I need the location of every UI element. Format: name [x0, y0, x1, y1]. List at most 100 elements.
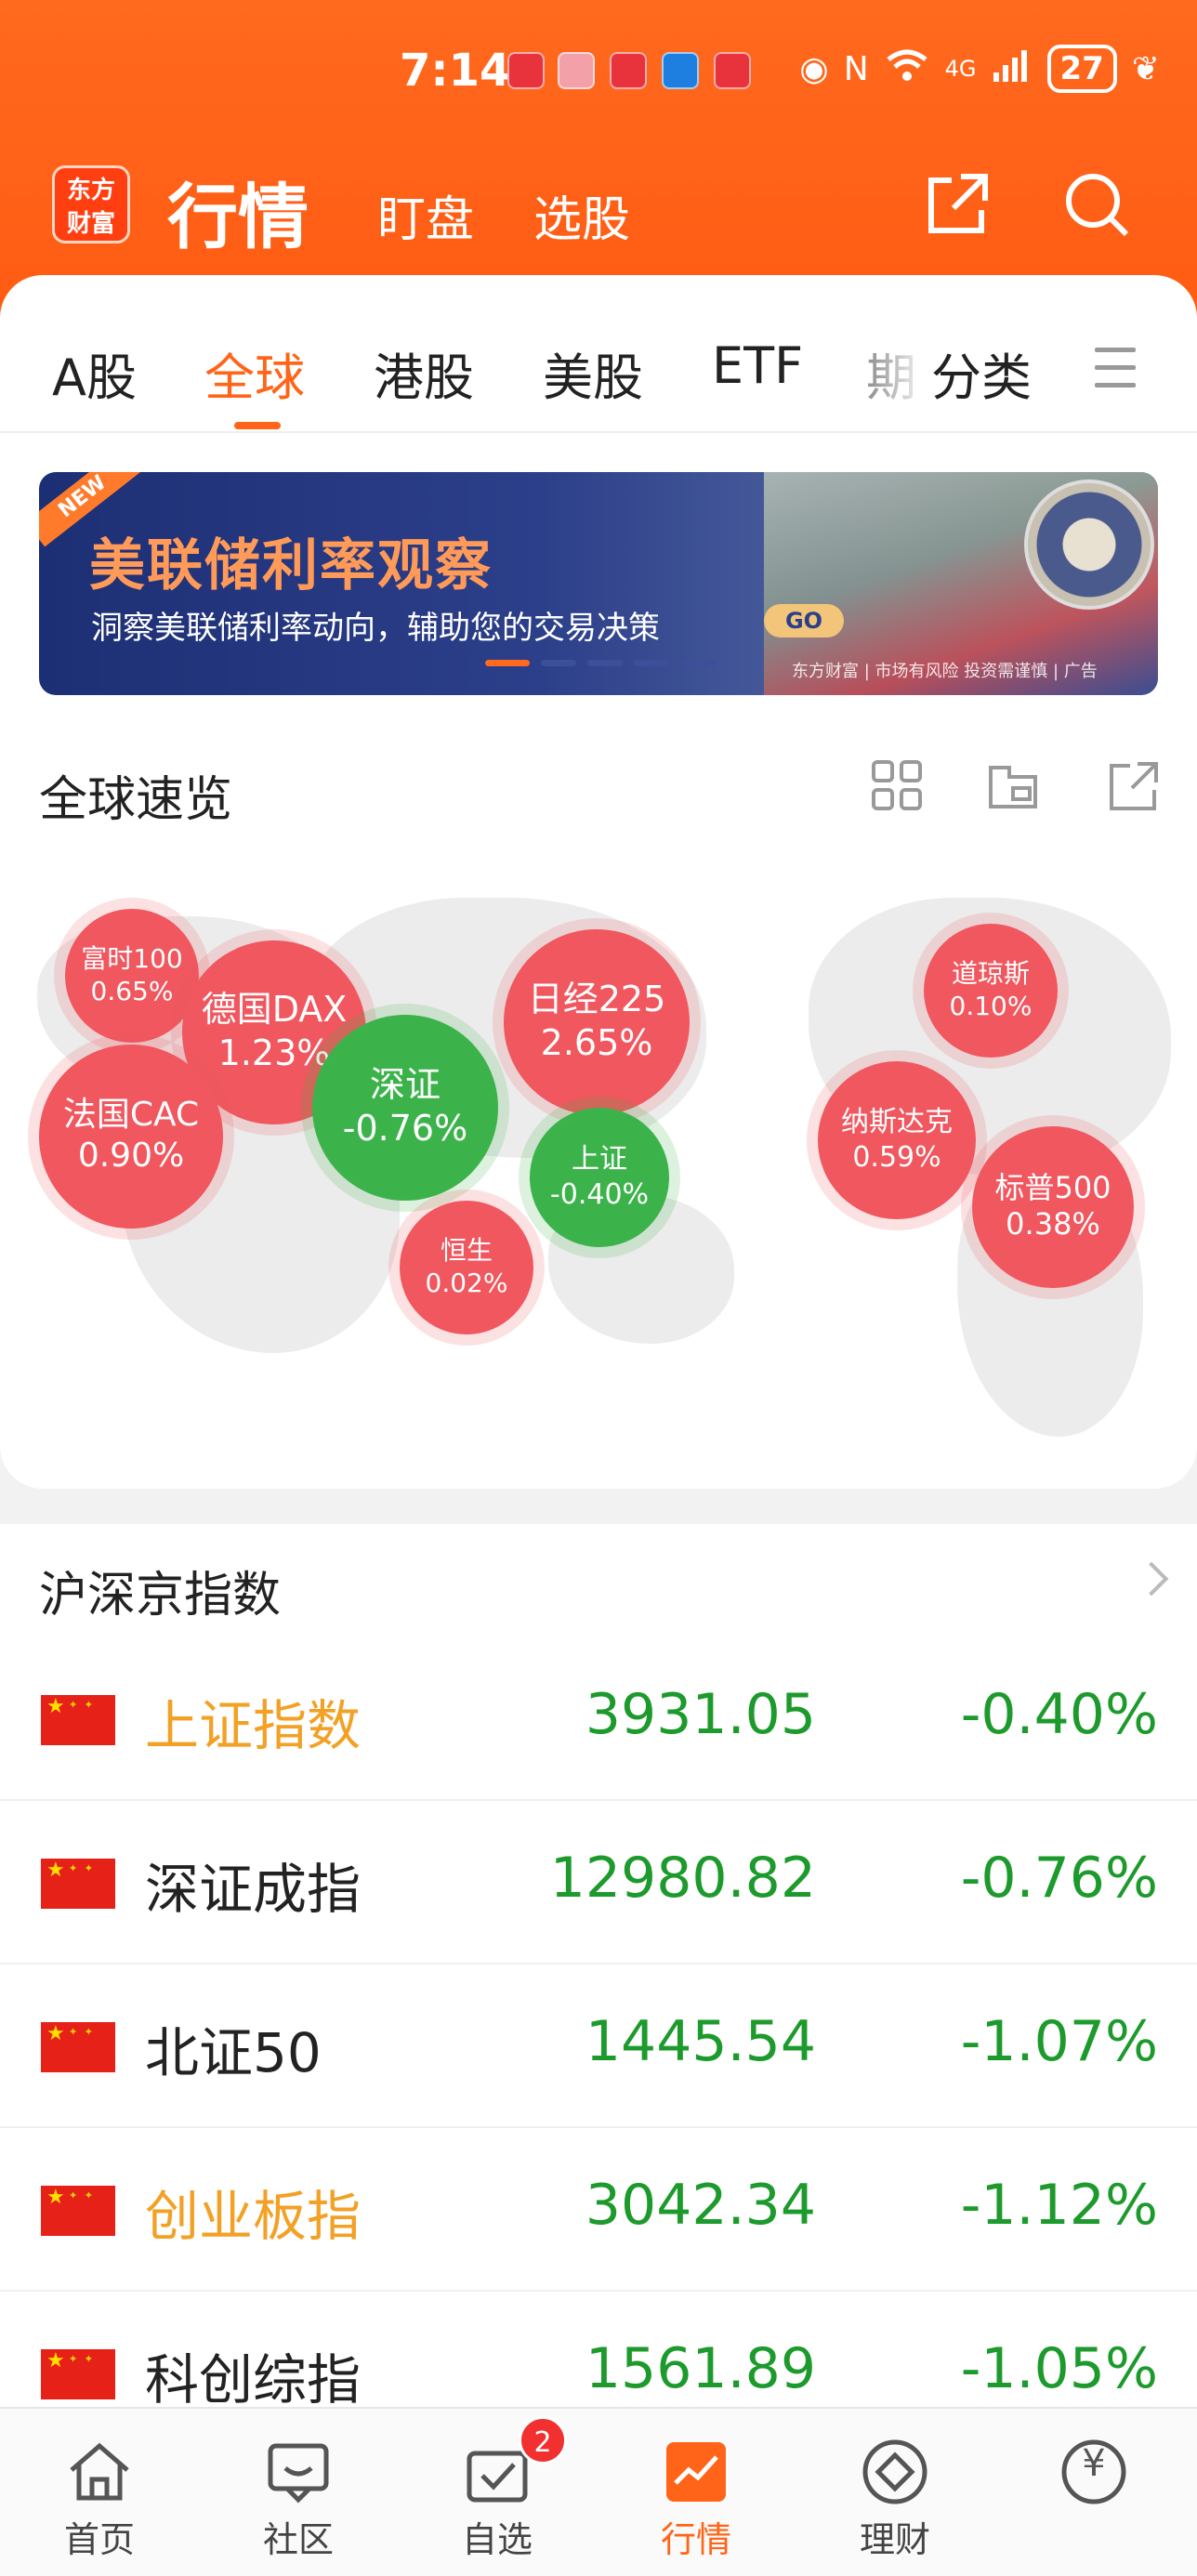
- nav-community[interactable]: 社区: [199, 2409, 398, 2576]
- bubble-value: 2.65%: [540, 1022, 653, 1064]
- china-flag-icon: [41, 1859, 115, 1909]
- nav-stock-picker[interactable]: 选股: [533, 180, 630, 250]
- index-row[interactable]: 上证指数 3931.05 -0.40%: [0, 1637, 1197, 1801]
- bubble-name: 富时100: [81, 943, 183, 974]
- notification-shield-icon: [662, 52, 699, 89]
- market-chart-icon: [666, 2442, 726, 2502]
- index-name: 创业板指: [145, 2185, 362, 2248]
- index-row[interactable]: 深证成指 12980.82 -0.76%: [0, 1801, 1197, 1965]
- nav-market[interactable]: 行情: [597, 2409, 796, 2576]
- index-name: 科创综指: [145, 2348, 362, 2412]
- index-row[interactable]: 北证50 1445.54 -1.07%: [0, 1965, 1197, 2128]
- banner-go-button[interactable]: GO: [764, 604, 844, 637]
- nav-label: 理财: [859, 2519, 930, 2560]
- logo-line1: 东方: [66, 177, 115, 204]
- index-name: 上证指数: [145, 1694, 362, 1757]
- menu-icon[interactable]: [1095, 348, 1139, 388]
- bubble-ftse100[interactable]: 富时100 0.65%: [65, 909, 199, 1043]
- logo-line2: 财富: [66, 210, 115, 238]
- bubble-name: 道琼斯: [951, 958, 1030, 989]
- battery-indicator: 27: [1046, 45, 1117, 93]
- chevron-right-icon[interactable]: [1134, 1561, 1169, 1597]
- nav-watchlist[interactable]: 2 自选: [398, 2409, 597, 2576]
- tab-a-share[interactable]: A股: [52, 336, 137, 410]
- china-flag-icon: [41, 1695, 115, 1745]
- status-time: 7:14: [400, 45, 511, 97]
- notification-app-icon: [610, 52, 647, 89]
- tab-fade: [874, 322, 929, 405]
- notification-app-icon: [507, 52, 545, 89]
- leaf-icon: ❦: [1131, 49, 1160, 88]
- watchlist-badge: 2: [519, 2416, 567, 2464]
- home-icon: [70, 2442, 129, 2501]
- banner-seal-image: [1024, 480, 1154, 610]
- grid-view-icon[interactable]: [870, 758, 926, 814]
- index-change: -1.07%: [960, 2009, 1158, 2074]
- folder-icon[interactable]: [985, 758, 1041, 814]
- china-flag-icon: [41, 2186, 115, 2236]
- tab-category[interactable]: 分类: [931, 336, 1032, 410]
- banner-subtitle: 洞察美联储利率动向，辅助您的交易决策: [91, 610, 660, 647]
- banner-title: 美联储利率观察: [89, 533, 493, 598]
- share-icon[interactable]: [920, 167, 994, 242]
- tab-global[interactable]: 全球: [204, 336, 305, 410]
- wealth-diamond-icon: [862, 2439, 927, 2504]
- world-map: 富时100 0.65% 德国DAX 1.23% 法国CAC 0.90% 深证 -…: [28, 888, 1171, 1446]
- signal-label: 4G: [944, 56, 977, 82]
- index-change: -0.40%: [960, 1682, 1158, 1747]
- tab-hk[interactable]: 港股: [374, 336, 474, 410]
- bubble-value: 0.65%: [90, 975, 174, 1006]
- bubble-nikkei225[interactable]: 日经225 2.65%: [504, 929, 690, 1115]
- index-price: 1561.89: [585, 2336, 816, 2401]
- bubble-name: 日经225: [527, 978, 666, 1019]
- active-tab-indicator: [234, 422, 281, 429]
- carousel-dots: [485, 660, 716, 666]
- bubble-hangseng[interactable]: 恒生 0.02%: [400, 1201, 533, 1334]
- bubble-name: 恒生: [440, 1235, 493, 1266]
- bubble-value: 0.10%: [949, 990, 1033, 1021]
- nav-label: 社区: [262, 2519, 334, 2560]
- market-card: A股 全球 港股 美股 ETF 期 分类 NEW 美联储利率观察 洞察美联储利率…: [0, 275, 1197, 1489]
- nav-wealth[interactable]: 理财: [796, 2409, 994, 2576]
- chat-icon: [268, 2443, 329, 2504]
- market-tabs: A股 全球 港股 美股 ETF 期 分类: [0, 275, 1197, 433]
- nav-market[interactable]: 行情: [167, 160, 309, 262]
- bubble-value: 1.23%: [217, 1032, 331, 1074]
- bubble-cac[interactable]: 法国CAC 0.90%: [39, 1045, 223, 1229]
- bubble-nasdaq[interactable]: 纳斯达克 0.59%: [818, 1061, 976, 1219]
- app-logo: 东方 财富: [52, 165, 130, 243]
- bubble-dowjones[interactable]: 道琼斯 0.10%: [924, 924, 1058, 1058]
- nav-label: 自选: [461, 2519, 533, 2560]
- bubble-name: 上证: [572, 1142, 627, 1176]
- search-icon[interactable]: [1059, 167, 1134, 242]
- wifi-icon: [884, 46, 930, 92]
- bubble-value: -0.40%: [549, 1177, 650, 1211]
- nav-finance[interactable]: ¥: [994, 2409, 1193, 2576]
- nav-label: 行情: [660, 2519, 731, 2560]
- notification-app-icon: [558, 52, 595, 89]
- notification-app-icon: [714, 52, 751, 89]
- bubble-value: 0.38%: [1006, 1206, 1100, 1242]
- bubble-shanghai[interactable]: 上证 -0.40%: [530, 1108, 669, 1247]
- tab-etf[interactable]: ETF: [712, 336, 803, 395]
- nav-watch[interactable]: 盯盘: [377, 180, 474, 250]
- index-name: 深证成指: [145, 1858, 362, 1921]
- bubble-shenzhen[interactable]: 深证 -0.76%: [312, 1015, 498, 1201]
- status-bar: 7:14 ◉ N 4G 27 ❦: [0, 37, 1197, 112]
- fed-rate-banner[interactable]: NEW 美联储利率观察 洞察美联储利率动向，辅助您的交易决策 GO 东方财富 |…: [39, 472, 1158, 695]
- index-price: 3931.05: [585, 1682, 816, 1747]
- nav-home[interactable]: 首页: [0, 2409, 199, 2576]
- bubble-name: 德国DAX: [201, 988, 348, 1030]
- index-price: 1445.54: [585, 2009, 816, 2074]
- china-flag-icon: [41, 2022, 115, 2072]
- signal-icon: [992, 46, 1033, 92]
- bubble-value: 0.02%: [425, 1267, 508, 1298]
- bubble-name: 标普500: [994, 1170, 1112, 1205]
- nav-label: 首页: [63, 2519, 135, 2560]
- bubble-sp500[interactable]: 标普500 0.38%: [972, 1126, 1134, 1288]
- eye-icon: ◉: [799, 49, 829, 88]
- app-header: 东方 财富 行情 盯盘 选股: [0, 149, 1197, 269]
- tab-us[interactable]: 美股: [543, 336, 643, 410]
- share-overview-icon[interactable]: [1106, 758, 1162, 814]
- index-row[interactable]: 创业板指 3042.34 -1.12%: [0, 2128, 1197, 2292]
